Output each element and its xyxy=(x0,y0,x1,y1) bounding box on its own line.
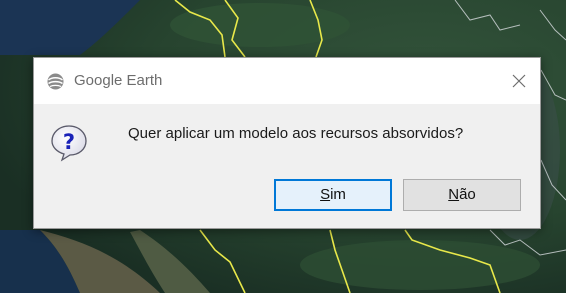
yes-button-mnemonic: S xyxy=(320,186,331,203)
no-button-mnemonic: N xyxy=(448,186,460,203)
svg-text:?: ? xyxy=(63,130,75,154)
question-mark-icon: ? xyxy=(51,125,87,162)
window-title: Google Earth xyxy=(74,72,163,89)
dialog-titlebar[interactable]: Google Earth xyxy=(34,58,540,104)
close-button[interactable] xyxy=(504,66,534,96)
no-button-label: ão xyxy=(459,186,476,203)
yes-button-label: im xyxy=(330,186,346,203)
yes-button[interactable]: Sim xyxy=(274,179,392,211)
google-earth-icon xyxy=(47,73,64,90)
dialog-message: Quer aplicar um modelo aos recursos abso… xyxy=(128,125,464,142)
message-dialog: Google Earth ? Quer aplicar um modelo ao… xyxy=(33,57,541,229)
no-button[interactable]: Não xyxy=(403,179,521,211)
close-icon xyxy=(512,74,526,88)
